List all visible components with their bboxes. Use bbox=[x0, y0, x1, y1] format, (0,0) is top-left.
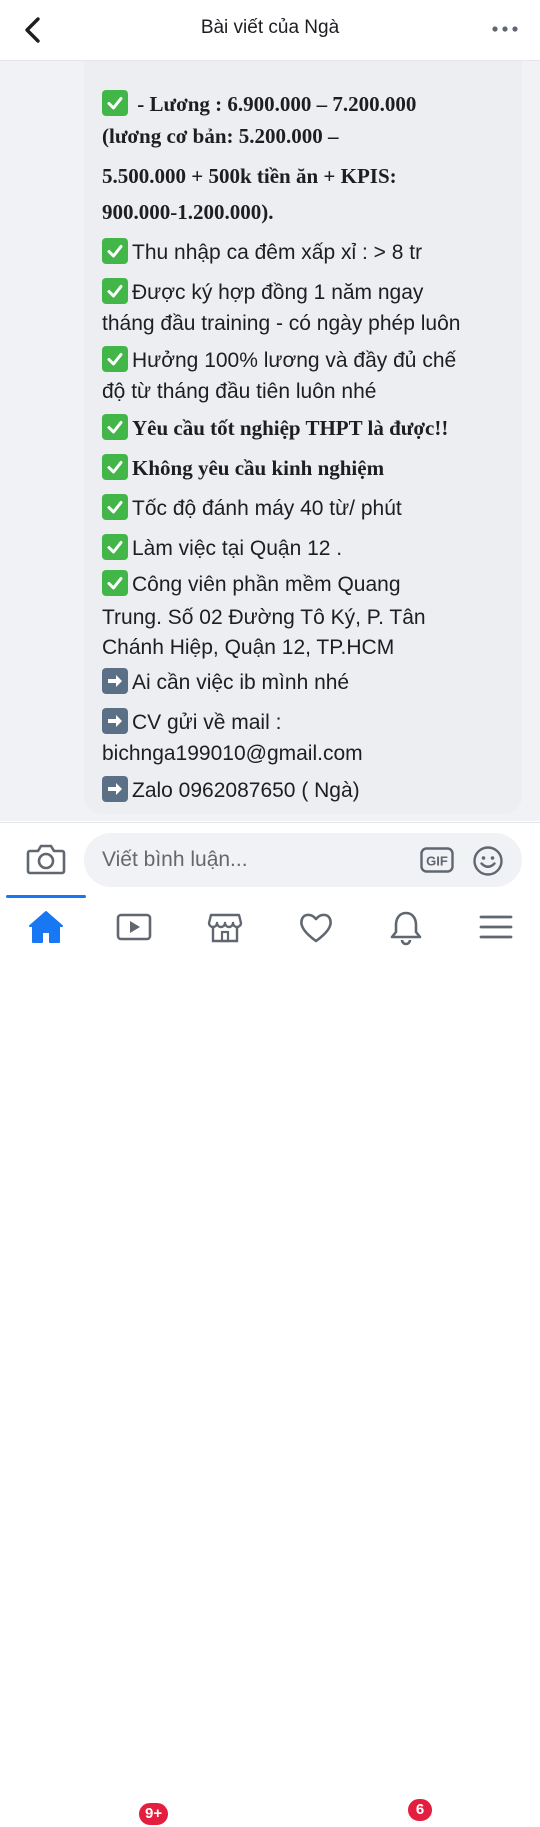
more-horizontal-icon[interactable] bbox=[490, 14, 520, 44]
post-line-text: Ai cần việc ib mình nhé bbox=[132, 671, 350, 694]
post-line-text: Công viên phần mềm Quang bbox=[132, 573, 401, 596]
check-icon bbox=[102, 414, 128, 440]
post-line-text: Hưởng 100% lương và đầy đủ chế bbox=[132, 349, 457, 372]
comment-placeholder: Viết bình luận... bbox=[102, 848, 248, 871]
camera-icon[interactable] bbox=[26, 841, 66, 877]
post-line: Tốc độ đánh máy 40 từ/ phút bbox=[102, 494, 402, 523]
post-line-text: bichnga199010@gmail.com bbox=[102, 742, 363, 765]
post-line-text: độ từ tháng đầu tiên luôn nhé bbox=[102, 380, 377, 403]
menu-icon[interactable] bbox=[476, 907, 516, 947]
post-line: - Lương : 6.900.000 – 7.200.000 bbox=[102, 90, 416, 118]
check-icon bbox=[102, 494, 128, 520]
post-line: Làm việc tại Quận 12 . bbox=[102, 534, 342, 563]
post-line-text: tháng đầu training - có ngày phép luôn bbox=[102, 312, 461, 335]
arrow-right-icon bbox=[102, 708, 128, 734]
post-line: CV gửi về mail : bbox=[102, 708, 281, 737]
post-line-text: 900.000-1.200.000). bbox=[102, 200, 274, 224]
check-icon bbox=[102, 346, 128, 372]
post-line: 5.500.000 + 500k tiền ăn + KPIS: bbox=[102, 162, 397, 190]
check-icon bbox=[102, 570, 128, 596]
post-line: Hưởng 100% lương và đầy đủ chế bbox=[102, 346, 456, 375]
post-line: Thu nhập ca đêm xấp xỉ : > 8 tr bbox=[102, 238, 422, 267]
check-icon bbox=[102, 278, 128, 304]
top-bar: Bài viết của Ngà bbox=[0, 0, 540, 61]
store-icon[interactable] bbox=[205, 907, 245, 947]
post-line-text: (lương cơ bản: 5.200.000 – bbox=[102, 124, 339, 148]
post-line: Ai cần việc ib mình nhé bbox=[102, 668, 349, 697]
post-line-text: Không yêu cầu kinh nghiệm bbox=[132, 456, 385, 480]
bell-icon[interactable] bbox=[386, 907, 426, 947]
check-icon bbox=[102, 454, 128, 480]
gif-icon[interactable]: GIF bbox=[420, 847, 454, 873]
post-line: Trung. Số 02 Đường Tô Ký, P. Tân bbox=[102, 604, 426, 632]
post-line: Không yêu cầu kinh nghiệm bbox=[102, 454, 384, 482]
arrow-right-icon bbox=[102, 668, 128, 694]
arrow-right-icon bbox=[102, 776, 128, 802]
post-line-text: Yêu cầu tốt nghiệp THPT là được!! bbox=[132, 416, 449, 440]
page-title: Bài viết của Ngà bbox=[200, 17, 340, 38]
bottom-tab-bar: 9+ 6 bbox=[0, 895, 540, 1827]
heart-icon[interactable] bbox=[296, 907, 336, 947]
post-line: Zalo 0962087650 ( Ngà) bbox=[102, 776, 360, 805]
check-icon bbox=[102, 238, 128, 264]
post-line: Được ký hợp đồng 1 năm ngay bbox=[102, 278, 423, 307]
post-line: bichnga199010@gmail.com bbox=[102, 740, 363, 768]
watch-badge: 9+ bbox=[137, 1801, 171, 1827]
post-line-text: Trung. Số 02 Đường Tô Ký, P. Tân bbox=[102, 606, 426, 629]
check-icon bbox=[102, 90, 128, 116]
check-icon bbox=[102, 534, 128, 560]
svg-text:GIF: GIF bbox=[426, 854, 448, 869]
post-line: (lương cơ bản: 5.200.000 – bbox=[102, 122, 339, 150]
post-line-text: Thu nhập ca đêm xấp xỉ : > 8 tr bbox=[132, 241, 423, 264]
post-line: độ từ tháng đầu tiên luôn nhé bbox=[102, 378, 376, 406]
active-tab-indicator bbox=[6, 895, 86, 898]
post-line-text: Được ký hợp đồng 1 năm ngay bbox=[132, 281, 424, 304]
comment-input[interactable]: Viết bình luận... GIF bbox=[84, 833, 522, 887]
post-line-text: Zalo 0962087650 ( Ngà) bbox=[132, 779, 360, 802]
post-line: Yêu cầu tốt nghiệp THPT là được!! bbox=[102, 414, 448, 442]
post-line-text: 5.500.000 + 500k tiền ăn + KPIS: bbox=[102, 164, 397, 188]
home-icon[interactable] bbox=[26, 907, 66, 947]
smile-icon[interactable] bbox=[472, 845, 504, 877]
post-line-text: Chánh Hiệp, Quận 12, TP.HCM bbox=[102, 636, 395, 659]
post-line-text: - Lương : 6.900.000 – 7.200.000 bbox=[132, 92, 417, 116]
video-icon[interactable] bbox=[114, 907, 154, 947]
comment-composer: Viết bình luận... GIF bbox=[0, 822, 540, 895]
post-line-text: Tốc độ đánh máy 40 từ/ phút bbox=[132, 497, 402, 520]
notifications-badge: 6 bbox=[406, 1797, 434, 1823]
post-line: tháng đầu training - có ngày phép luôn bbox=[102, 310, 460, 338]
post-line: Công viên phần mềm Quang bbox=[102, 570, 401, 599]
post-line-text: CV gửi về mail : bbox=[132, 711, 282, 734]
post-line: Chánh Hiệp, Quận 12, TP.HCM bbox=[102, 634, 394, 662]
post-line-text: Làm việc tại Quận 12 . bbox=[132, 537, 343, 560]
post-line: 900.000-1.200.000). bbox=[102, 198, 274, 226]
